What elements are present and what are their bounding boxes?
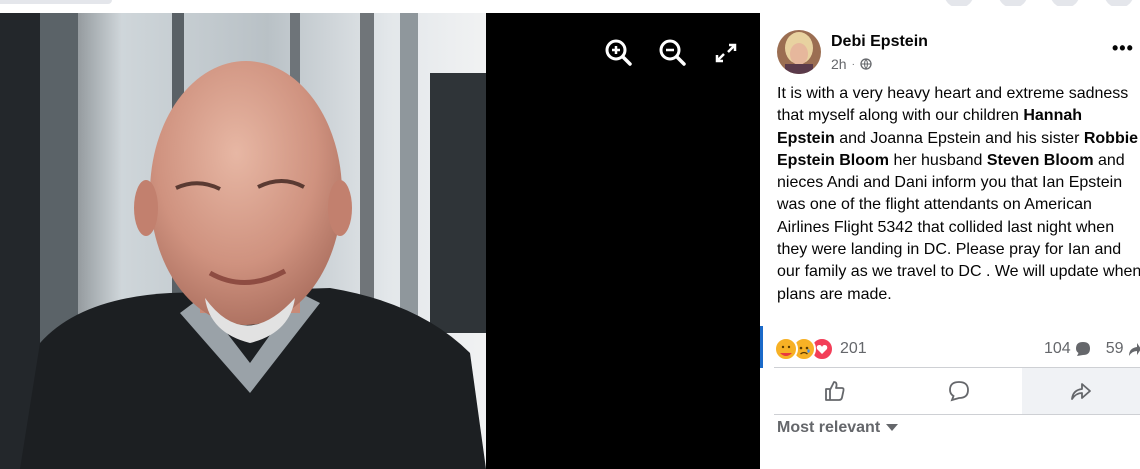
zoom-in-icon xyxy=(605,39,632,66)
top-strip xyxy=(0,0,760,13)
care-reaction-icon xyxy=(774,337,798,361)
divider-bottom xyxy=(774,414,1140,415)
like-button[interactable] xyxy=(774,368,896,414)
author-avatar[interactable] xyxy=(777,30,821,74)
post-text-segment: and Joanna Epstein and his sister xyxy=(834,129,1084,147)
engagement-counts: 104 59 xyxy=(1044,340,1140,358)
media-viewer xyxy=(0,13,760,469)
comment-button[interactable] xyxy=(898,368,1020,414)
more-options-button[interactable]: ••• xyxy=(1112,38,1134,59)
post-photo[interactable] xyxy=(0,13,486,469)
zoom-in-button[interactable] xyxy=(603,37,635,69)
comment-sort-label: Most relevant xyxy=(777,419,881,436)
post-text-segment: her husband xyxy=(889,151,987,169)
comment-bubble-icon xyxy=(1075,342,1090,356)
comments-count[interactable]: 104 xyxy=(1044,340,1071,358)
tagged-name[interactable]: Steven Bloom xyxy=(987,152,1094,169)
caret-down-icon xyxy=(886,424,899,431)
zoom-out-button[interactable] xyxy=(657,37,689,69)
fullscreen-icon xyxy=(715,43,737,63)
search-pill[interactable] xyxy=(0,0,112,4)
fullscreen-button[interactable] xyxy=(710,37,742,69)
thumbs-up-icon xyxy=(825,381,845,401)
comment-sort-dropdown[interactable]: Most relevant xyxy=(777,419,899,437)
post-text-segment: and nieces Andi and Dani inform you that… xyxy=(777,151,1140,303)
share-button[interactable] xyxy=(1022,368,1140,414)
share-arrow-icon xyxy=(1128,343,1140,356)
globe-icon[interactable] xyxy=(860,58,872,70)
post-time[interactable]: 2h xyxy=(831,56,847,72)
reactions-summary[interactable]: 201 xyxy=(774,337,867,361)
focus-indicator xyxy=(760,326,763,368)
reactions-count: 201 xyxy=(840,340,867,357)
comment-icon xyxy=(949,381,969,402)
share-icon xyxy=(1071,383,1091,400)
author-name[interactable]: Debi Epstein xyxy=(831,33,928,51)
post-panel: Debi Epstein 2h · ••• It is with a very … xyxy=(760,6,1140,469)
shares-count[interactable]: 59 xyxy=(1106,340,1124,358)
post-text: It is with a very heavy heart and extrem… xyxy=(777,83,1140,306)
zoom-out-icon xyxy=(659,39,686,66)
post-meta: 2h · xyxy=(831,56,872,72)
